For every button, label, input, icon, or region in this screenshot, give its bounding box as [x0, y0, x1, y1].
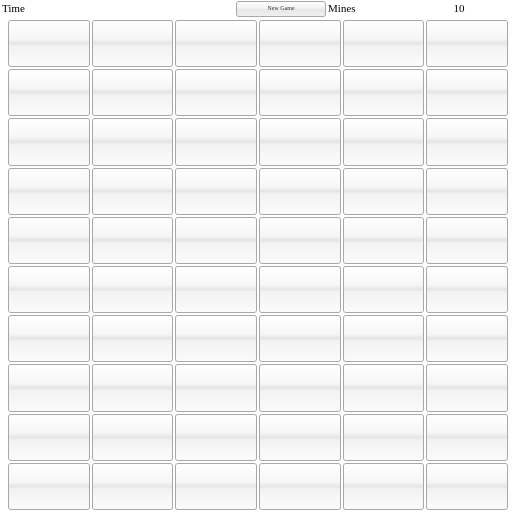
new-game-button[interactable]: New Game	[236, 1, 326, 17]
time-label: Time	[0, 3, 236, 15]
game-header: Time New Game Mines 10	[0, 0, 512, 18]
mine-cell[interactable]	[259, 463, 341, 510]
mine-cell[interactable]	[92, 20, 174, 67]
mine-cell[interactable]	[426, 414, 508, 461]
mine-cell[interactable]	[343, 118, 425, 165]
mine-cell[interactable]	[259, 414, 341, 461]
mine-cell[interactable]	[259, 69, 341, 116]
mine-cell[interactable]	[426, 463, 508, 510]
mine-cell[interactable]	[92, 168, 174, 215]
mine-cell[interactable]	[8, 20, 90, 67]
mine-cell[interactable]	[343, 69, 425, 116]
mine-cell[interactable]	[426, 20, 508, 67]
mine-cell[interactable]	[343, 168, 425, 215]
mine-cell[interactable]	[426, 69, 508, 116]
mine-cell[interactable]	[343, 414, 425, 461]
mine-cell[interactable]	[343, 364, 425, 411]
mine-cell[interactable]	[8, 168, 90, 215]
mine-cell[interactable]	[426, 266, 508, 313]
mine-cell[interactable]	[175, 20, 257, 67]
mines-label: Mines	[326, 3, 356, 15]
mine-cell[interactable]	[343, 217, 425, 264]
mine-cell[interactable]	[175, 118, 257, 165]
mine-cell[interactable]	[92, 266, 174, 313]
mine-cell[interactable]	[8, 364, 90, 411]
mine-cell[interactable]	[343, 20, 425, 67]
mine-cell[interactable]	[259, 20, 341, 67]
mine-cell[interactable]	[92, 69, 174, 116]
mine-cell[interactable]	[8, 217, 90, 264]
mine-cell[interactable]	[343, 463, 425, 510]
mine-cell[interactable]	[8, 463, 90, 510]
mine-cell[interactable]	[175, 266, 257, 313]
mine-cell[interactable]	[92, 463, 174, 510]
mine-cell[interactable]	[343, 266, 425, 313]
mine-cell[interactable]	[259, 315, 341, 362]
mine-cell[interactable]	[8, 118, 90, 165]
mine-cell[interactable]	[426, 168, 508, 215]
mine-cell[interactable]	[175, 414, 257, 461]
mine-cell[interactable]	[8, 315, 90, 362]
mine-cell[interactable]	[92, 315, 174, 362]
mine-cell[interactable]	[175, 217, 257, 264]
mine-cell[interactable]	[426, 118, 508, 165]
mine-cell[interactable]	[175, 364, 257, 411]
mine-cell[interactable]	[426, 217, 508, 264]
mine-cell[interactable]	[426, 364, 508, 411]
mine-cell[interactable]	[8, 69, 90, 116]
mine-cell[interactable]	[259, 217, 341, 264]
mine-cell[interactable]	[8, 266, 90, 313]
mine-cell[interactable]	[175, 315, 257, 362]
mines-value: 10	[454, 3, 465, 15]
mine-cell[interactable]	[175, 168, 257, 215]
mine-cell[interactable]	[92, 414, 174, 461]
mine-cell[interactable]	[92, 217, 174, 264]
mine-cell[interactable]	[259, 118, 341, 165]
mine-cell[interactable]	[259, 266, 341, 313]
mine-grid	[0, 18, 512, 512]
mine-cell[interactable]	[8, 414, 90, 461]
mine-cell[interactable]	[175, 463, 257, 510]
mine-cell[interactable]	[259, 168, 341, 215]
mine-cell[interactable]	[92, 118, 174, 165]
mine-cell[interactable]	[343, 315, 425, 362]
mine-cell[interactable]	[92, 364, 174, 411]
mine-cell[interactable]	[175, 69, 257, 116]
mine-cell[interactable]	[426, 315, 508, 362]
mine-cell[interactable]	[259, 364, 341, 411]
